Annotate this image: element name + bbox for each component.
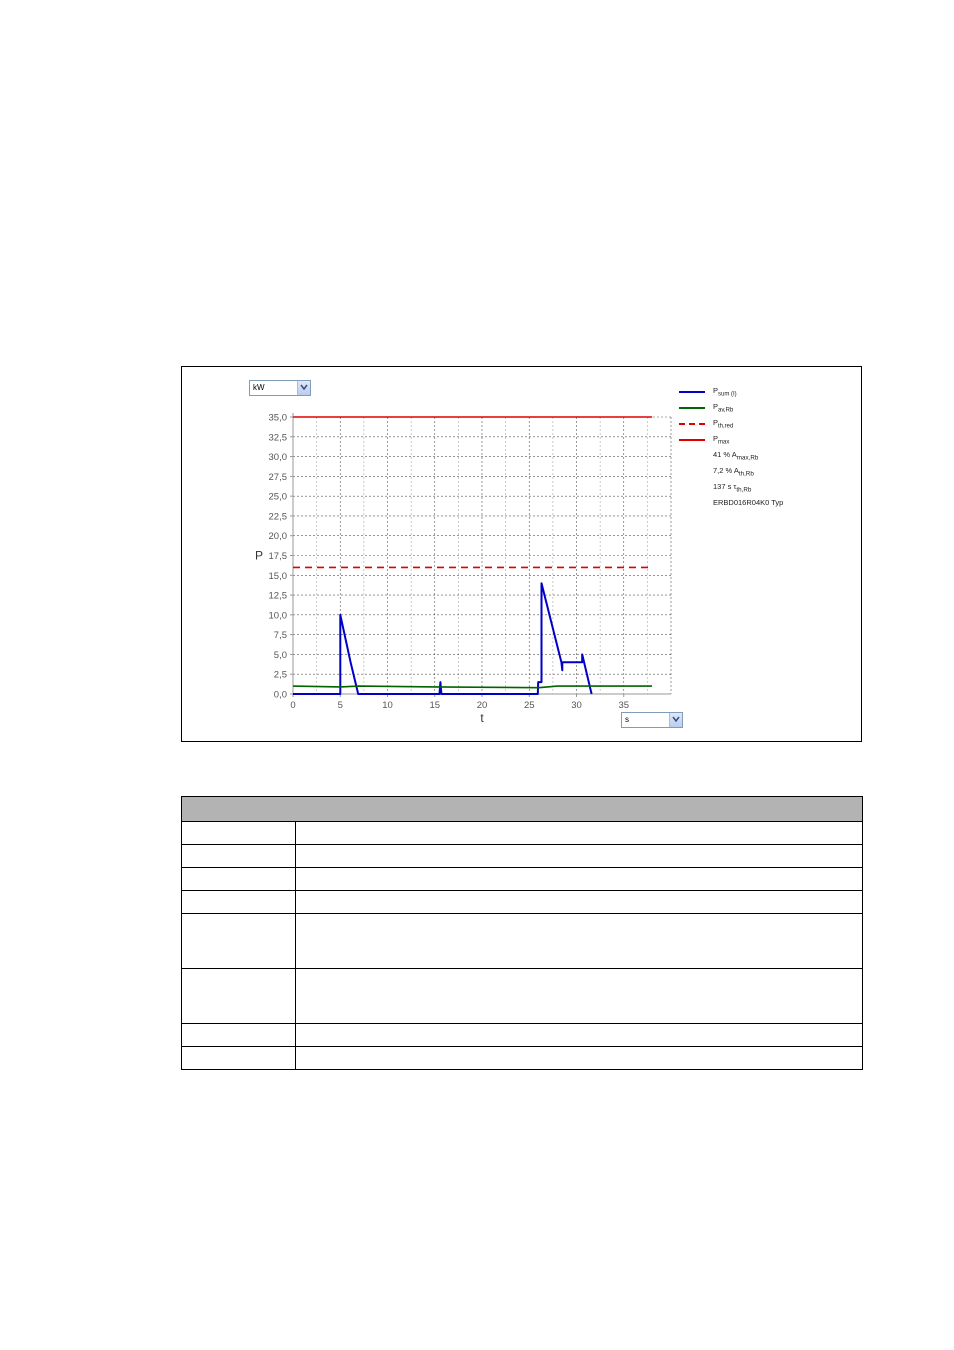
table-cell-value	[295, 867, 863, 891]
y-tick-label: 32,5	[269, 432, 288, 443]
legend-label: Pav,Rb	[713, 402, 734, 414]
table-cell-label	[181, 867, 296, 891]
table-row	[181, 913, 863, 969]
table-cell-value	[295, 890, 863, 914]
chart-legend: Psum (I) Pav,Rb Pth,red Pmax 41 % Amax,Rb 7,2…	[679, 385, 859, 513]
table-cell-value	[295, 821, 863, 845]
table-cell-label	[181, 913, 296, 969]
x-tick-label: 35	[618, 700, 629, 711]
legend-info-row: 7,2 % Ath,Rb	[679, 465, 859, 481]
x-tick-label: 20	[477, 700, 488, 711]
y-tick-label: 15,0	[269, 571, 288, 582]
y-tick-label: 35,0	[269, 413, 288, 424]
legend-info-text: 7,2 % Ath,Rb	[713, 466, 754, 478]
legend-entry: Psum (I)	[679, 385, 859, 401]
table-cell-label	[181, 844, 296, 868]
table-cell-label	[181, 968, 296, 1024]
x-unit-select[interactable]: s	[621, 712, 683, 728]
chevron-down-icon[interactable]	[297, 381, 310, 395]
y-tick-label: 7,5	[274, 630, 287, 641]
y-tick-label: 5,0	[274, 650, 287, 661]
table-cell-value	[295, 844, 863, 868]
table-header-row	[181, 796, 863, 822]
chevron-down-icon[interactable]	[669, 713, 682, 727]
table-cell-value	[295, 1023, 863, 1047]
y-unit-select-value: kW	[253, 383, 265, 392]
legend-info-text: 41 % Amax,Rb	[713, 450, 759, 462]
x-tick-label: 10	[382, 700, 393, 711]
legend-swatch	[679, 423, 705, 425]
table-row	[181, 867, 863, 891]
table-row	[181, 844, 863, 868]
y-tick-label: 22,5	[269, 511, 288, 522]
table-cell-label	[181, 821, 296, 845]
y-tick-label: 0,0	[274, 690, 287, 701]
legend-swatch	[679, 439, 705, 441]
y-axis-label: P	[255, 549, 263, 563]
x-tick-label: 25	[524, 700, 535, 711]
x-axis-label: t	[480, 711, 484, 725]
y-tick-label: 27,5	[269, 472, 288, 483]
parameter-table	[181, 796, 863, 1070]
table-row	[181, 1023, 863, 1047]
y-tick-label: 10,0	[269, 610, 288, 621]
series-line-sum-i-	[293, 582, 593, 695]
legend-info-text: ERBD016R04K0 Typ	[713, 498, 784, 507]
legend-info-text: 137 s τth,Rb	[713, 482, 752, 494]
x-tick-label: 30	[571, 700, 582, 711]
legend-label: Psum (I)	[713, 386, 737, 398]
legend-entry: Pth,red	[679, 417, 859, 433]
y-tick-label: 25,0	[269, 492, 288, 503]
y-tick-label: 17,5	[269, 551, 288, 562]
y-tick-label: 30,0	[269, 452, 288, 463]
legend-swatch	[679, 391, 705, 393]
legend-info-row: 41 % Amax,Rb	[679, 449, 859, 465]
legend-label: Pth,red	[713, 418, 734, 430]
chart-panel: 0,0 2,5 5,0 7,5 10,0 12,5 15,0 17,5 20,0 22,5 25,0…	[181, 366, 862, 742]
x-unit-select-value: s	[625, 715, 629, 724]
y-tick-label: 12,5	[269, 591, 288, 602]
legend-info-row: 137 s τth,Rb	[679, 481, 859, 497]
x-tick-label: 5	[338, 700, 343, 711]
x-tick-label: 0	[290, 700, 295, 711]
table-cell-value	[295, 1046, 863, 1070]
table-cell-value	[295, 913, 863, 969]
table-cell-value	[295, 968, 863, 1024]
x-tick-label: 15	[429, 700, 440, 711]
legend-swatch	[679, 407, 705, 409]
table-cell-label	[181, 1023, 296, 1047]
table-header	[181, 796, 863, 822]
series-line-av-rb	[292, 685, 653, 689]
legend-info-row: ERBD016R04K0 Typ	[679, 497, 859, 513]
y-unit-select[interactable]: kW	[249, 380, 311, 396]
table-cell-label	[181, 1046, 296, 1070]
legend-entry: Pav,Rb	[679, 401, 859, 417]
legend-label: Pmax	[713, 434, 730, 446]
table-cell-label	[181, 890, 296, 914]
legend-entry: Pmax	[679, 433, 859, 449]
table-row	[181, 968, 863, 1024]
table-row	[181, 821, 863, 845]
y-tick-label: 2,5	[274, 670, 287, 681]
y-tick-label: 20,0	[269, 531, 288, 542]
table-row	[181, 890, 863, 914]
table-row	[181, 1046, 863, 1070]
